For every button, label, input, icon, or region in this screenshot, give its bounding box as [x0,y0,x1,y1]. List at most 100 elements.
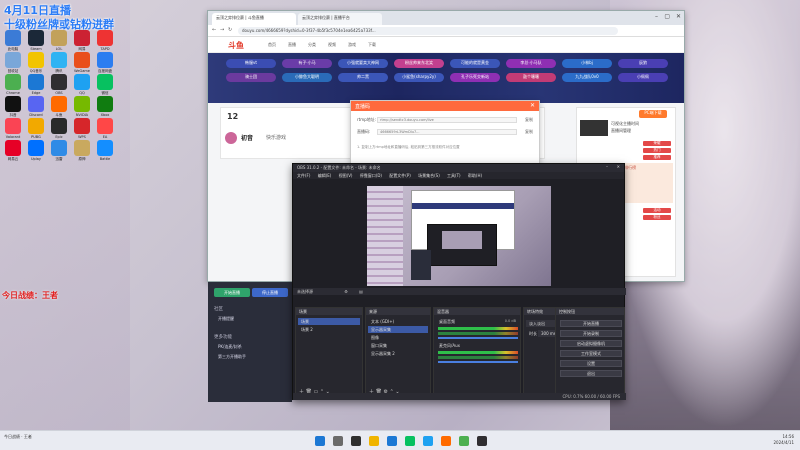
source-item[interactable]: 图像 [368,334,428,341]
desktop-icon[interactable]: NVIDIA [71,96,93,117]
desktop-icon[interactable]: 迅雷 [48,140,70,161]
minimize-icon[interactable]: – [606,164,608,169]
nav-link[interactable]: 下载 [368,42,376,48]
nav-link[interactable]: 分类 [308,42,316,48]
channel-button[interactable]: 有子·小马 [282,59,332,68]
channel-button[interactable]: 小强就要卖大神网 [338,59,388,68]
desktop-icon[interactable]: WeGame [71,52,93,73]
menu-item[interactable]: 工具(T) [447,173,461,178]
channel-button[interactable]: 小鲸鱼大聪明 [282,73,332,82]
menu-item[interactable]: 视图(V) [339,173,353,178]
copy-button[interactable]: 复制 [525,117,533,123]
channel-button[interactable]: 小林bj [562,59,612,68]
channel-button[interactable]: 韩服vt [226,59,276,68]
download-pc-button[interactable]: PC端下载 [639,110,667,118]
desktop-icon[interactable]: QQ音乐 [25,52,47,73]
desktop-icon[interactable]: 斗鱼 [48,96,70,117]
wechat-icon[interactable] [405,436,415,446]
search-icon[interactable] [333,436,343,446]
maximize-icon[interactable]: ▢ [664,13,670,20]
scene-item[interactable]: 场景 [298,318,360,325]
menu-item[interactable]: 编辑(E) [318,173,332,178]
volume-slider[interactable] [438,337,518,339]
channel-button[interactable]: 小佩佩 [618,73,668,82]
filter-icon[interactable]: ▤ [359,289,363,294]
nav-link[interactable]: 首页 [268,42,276,48]
desktop-icon[interactable]: Battle [94,140,116,161]
channel-button[interactable]: 可能的就是黄金 [450,59,500,68]
virtual-camera-button[interactable]: 启动虚拟摄像机 [560,340,622,347]
minimize-icon[interactable]: – [655,13,658,20]
desktop-icon[interactable]: 回收站 [2,52,24,73]
source-item[interactable]: 显示器采集 2 [368,350,428,357]
source-item[interactable]: 文本 (GDI+) [368,318,428,325]
desktop-icon[interactable]: Chrome [2,74,24,95]
start-stream-button[interactable]: 开始直播 [214,288,250,297]
url-input[interactable]: douyu.com/4666659?dyshid=0-3f37-4b5f3c57… [238,27,618,35]
close-icon[interactable]: ✕ [617,164,620,169]
close-icon[interactable]: ✕ [676,13,681,20]
file-explorer-icon[interactable] [369,436,379,446]
scene-item[interactable]: 场景 2 [298,326,360,333]
refresh-icon[interactable]: ↻ [228,27,232,33]
stop-stream-button[interactable]: 停止直播 [252,288,288,297]
start-icon[interactable] [315,436,325,446]
channel-button[interactable]: 帅二黑 [338,73,388,82]
chrome-icon[interactable] [459,436,469,446]
task-view-icon[interactable] [351,436,361,446]
channel-button[interactable]: 孔子乐死交新站 [450,73,500,82]
channel-button[interactable]: 辰狼 [618,59,668,68]
avatar[interactable] [225,132,237,144]
desktop-icon[interactable]: Valorant [2,118,24,139]
source-item[interactable]: 窗口采集 [368,342,428,349]
settings-button[interactable]: 设置 [560,360,622,367]
desktop-icon[interactable]: 腾讯 [48,52,70,73]
copy-button[interactable]: 复制 [525,129,533,135]
menu-item[interactable]: 开播提醒 [218,316,234,322]
qq-icon[interactable] [423,436,433,446]
clock[interactable]: 14:56 2024/4/11 [773,434,794,446]
stream-key-field[interactable]: 4666659rL3WmDlu7... [377,129,517,135]
desktop-icon[interactable]: 原神 [71,140,93,161]
exit-button[interactable]: 退出 [560,370,622,377]
channel-button[interactable]: 鼓个噻噻 [506,73,556,82]
desktop-icon[interactable]: PUBG [25,118,47,139]
desktop-icon[interactable]: 网易云 [2,140,24,161]
stream-thumbnail[interactable] [580,120,608,136]
edge-icon[interactable] [387,436,397,446]
desktop-icon[interactable]: 网易 [71,30,93,51]
desktop-icon[interactable]: Edge [25,74,47,95]
menu-item[interactable]: 配置文件(P) [389,173,411,178]
menu-item[interactable]: 文件(F) [297,173,310,178]
forward-icon[interactable]: → [220,27,224,33]
menu-item[interactable]: 停靠窗口(D) [360,173,382,178]
nav-link[interactable]: 视频 [328,42,336,48]
start-streaming-button[interactable]: 开始直播 [560,320,622,327]
desktop-icon[interactable]: 抖音 [2,96,24,117]
desktop-icon[interactable]: 微信 [94,74,116,95]
douyu-icon[interactable] [441,436,451,446]
menu-item[interactable]: 帮助(H) [468,173,482,178]
channel-button[interactable]: 粉丝帅来东北笑 [394,59,444,68]
desktop-icon[interactable]: Epic [48,118,70,139]
gear-icon[interactable]: ⚙ [344,289,348,294]
channel-button[interactable]: 小鲨鱼(sharpy2y) [394,73,444,82]
menu-item[interactable]: 场景集合(S) [418,173,440,178]
desktop-icon[interactable]: 百度网盘 [94,52,116,73]
desktop-icon[interactable]: LOL [48,30,70,51]
site-logo[interactable]: 斗鱼 [228,40,244,51]
obs-icon[interactable] [477,436,487,446]
channel-button[interactable]: 李总·小马队 [506,59,556,68]
back-icon[interactable]: ← [212,27,216,33]
menu-item[interactable]: 第三方开播助手 [218,354,246,360]
taskbar-widget[interactable]: 今日战绩 · 王者 [4,434,32,440]
desktop-icon[interactable]: 此电脑 [2,30,24,51]
desktop-icon[interactable]: TAPD [94,30,116,51]
start-recording-button[interactable]: 开始录制 [560,330,622,337]
channel-button[interactable]: 九九战队0v0 [562,73,612,82]
browser-tab[interactable]: 云顶之弈排位赛 | 直播平台 [298,13,382,25]
nav-link[interactable]: 直播 [288,42,296,48]
desktop-icon[interactable]: Discord [25,96,47,117]
desktop-icon[interactable]: EA [94,118,116,139]
desktop-icon[interactable]: WPS [71,118,93,139]
